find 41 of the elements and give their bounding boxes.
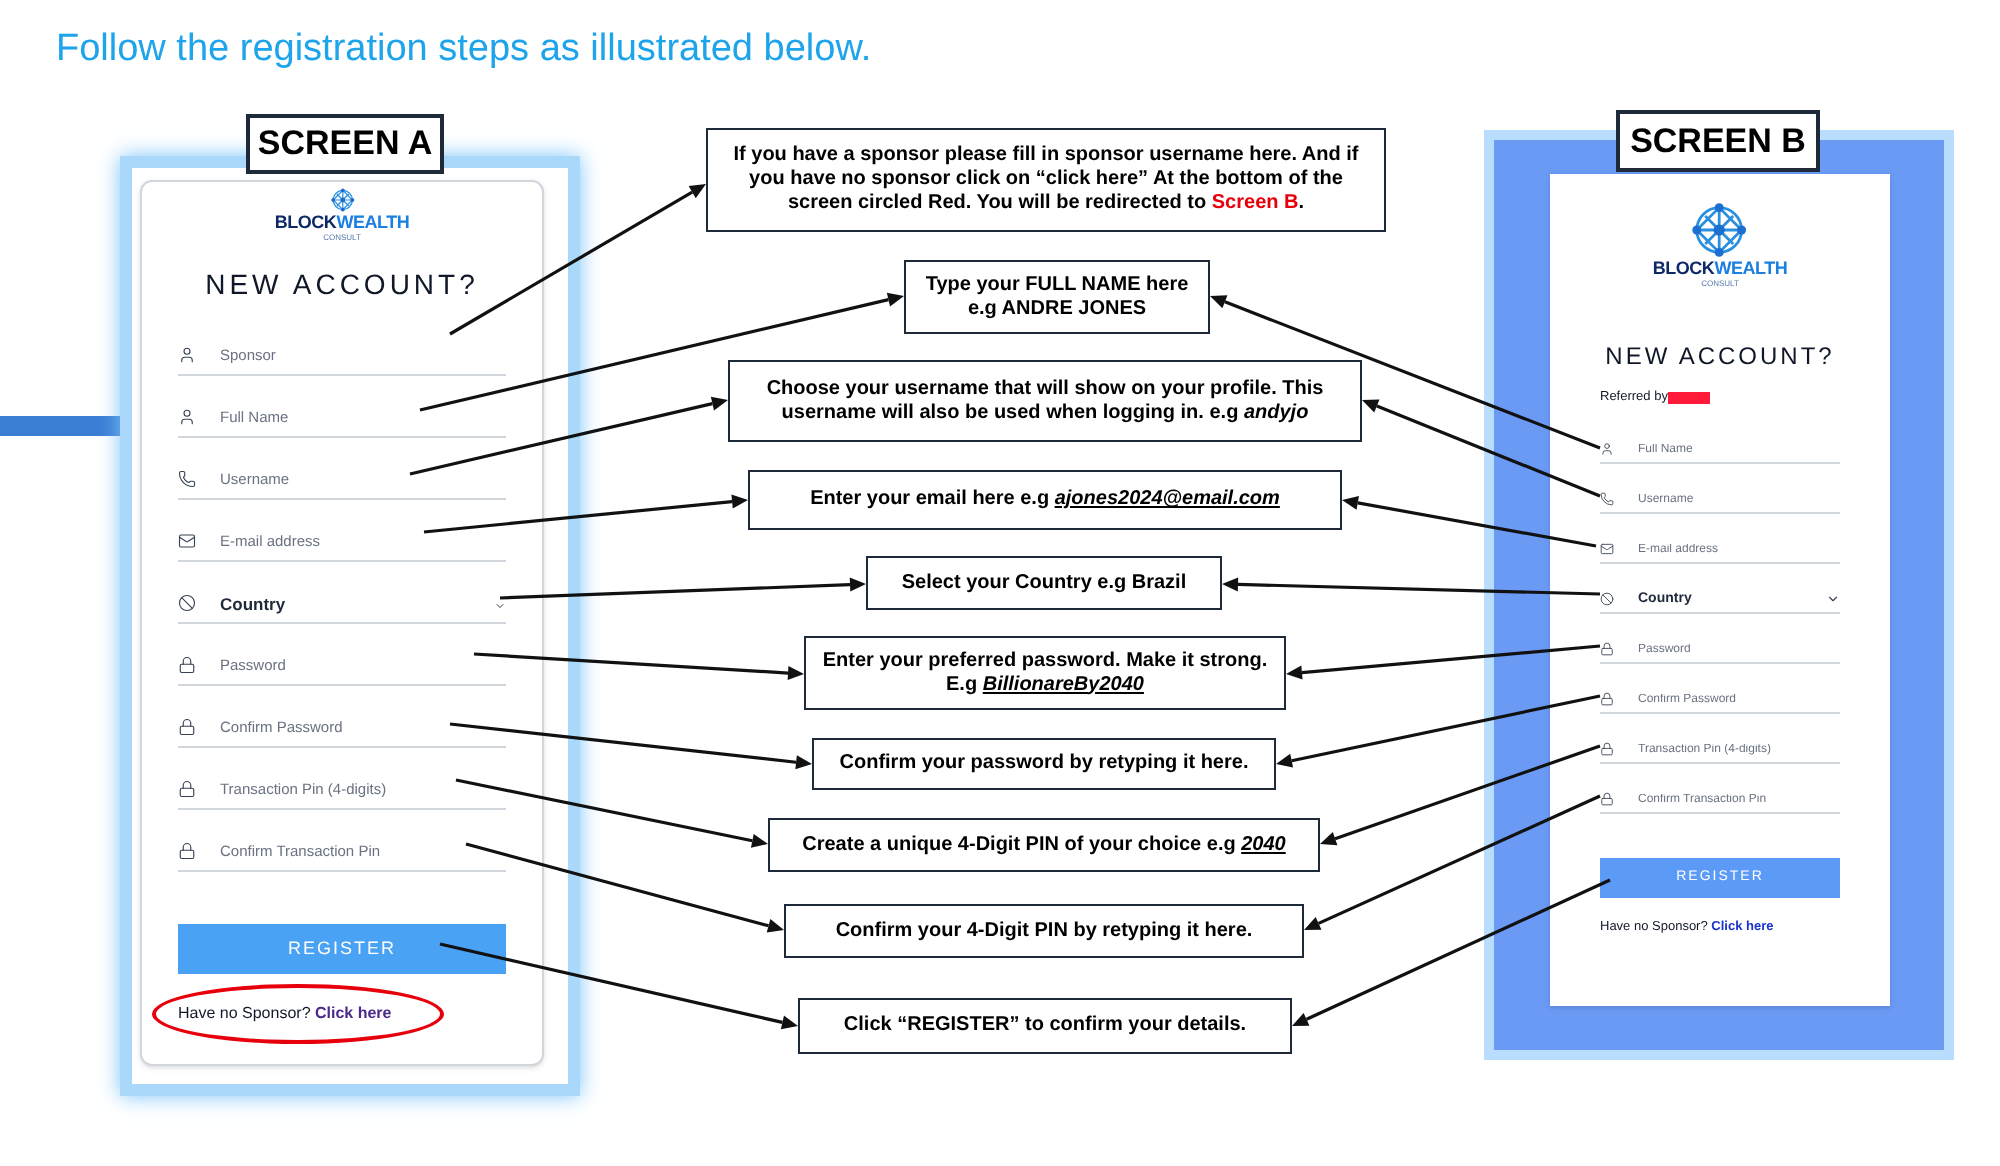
logo-text: BLOCKWEALTH [274,212,410,232]
callout-text: Confirm your password by retyping it here. [839,752,1249,776]
field-icon [178,780,196,798]
field-icon [1600,792,1614,806]
chevron-icon [1826,592,1840,606]
field-icon [1600,642,1614,656]
form-heading: NEW ACCOUNT? [1603,340,1837,372]
country-select[interactable]: Country [178,562,506,624]
field-icon [178,594,196,612]
callout-text: Enter your preferred password. Make it strong. E.g BillionareBy2040 [820,649,1270,697]
field-icon [1600,542,1614,556]
field-icon [1600,492,1614,506]
screen-label: SCREEN A [246,114,444,174]
chevron-icon [494,600,506,612]
logo-text: BLOCKWEALTH [1652,258,1788,278]
accent-bar [0,416,120,436]
callout-text: Click “REGISTER” to confirm your details. [843,1014,1247,1038]
form-heading: NEW ACCOUNT? [203,266,481,302]
click-here-link[interactable]: Click here [315,1004,392,1022]
callout-text: If you have a sponsor please fill in sponsor username here. And if you have no sponsor click on “click here” At the bottom of the screen circled Red. You will be redirected to Screen B. [731,144,1361,216]
field-icon [178,408,196,426]
callout-text: Choose your username that will show on your profile. This username will also be used when logging in. e.g andyjo [764,377,1326,425]
field-icon [178,656,196,674]
field-icon [1600,692,1614,706]
field-icon [178,718,196,736]
field-icon [1600,442,1614,456]
field-icon [178,346,196,364]
callout-text: Select your Country e.g Brazil [901,571,1187,595]
footer-text: Have no Sponsor? Click here [178,1002,392,1026]
field-icon [178,842,196,860]
page-title: Follow the registration steps as illustrated below. [56,26,874,74]
screen-label: SCREEN B [1616,110,1820,172]
field-icon [178,532,196,550]
callout-text: Create a unique 4-Digit PIN of your choice e.g 2040 [802,833,1286,857]
callout-text: Enter your email here e.g ajones2024@email.com [810,488,1280,512]
field-icon [1600,742,1614,756]
logo-icon [325,188,359,212]
field-icon [178,470,196,488]
callout-text: Type your FULL NAME here e.g ANDRE JONES [923,273,1191,321]
field-icon [1600,592,1614,606]
callout-text: Confirm your 4-Digit PIN by retyping it here. [835,919,1253,943]
